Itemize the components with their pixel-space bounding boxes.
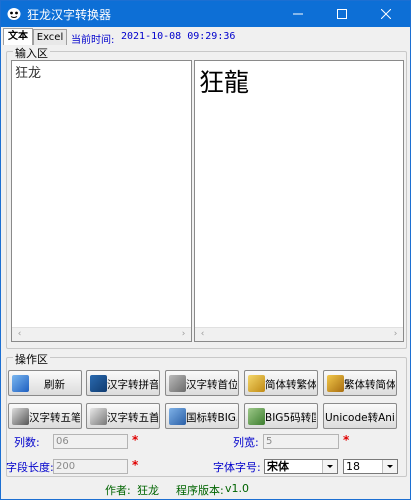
output-text: 狂龍 — [199, 68, 250, 97]
minimize-button[interactable] — [277, 1, 321, 27]
trad-to-simp-icon — [327, 375, 344, 392]
unicode-to-ansi-button[interactable]: Unicode转Anisc — [323, 403, 397, 429]
to-initial-button[interactable]: 汉字转首位 — [165, 370, 239, 396]
scroll-right-icon[interactable]: › — [391, 330, 400, 339]
input-hscrollbar[interactable]: ‹ › — [12, 327, 191, 341]
field-length-required-mark: * — [132, 458, 139, 472]
output-hscrollbar[interactable]: ‹ › — [195, 327, 403, 341]
author-name: 狂龙 — [137, 484, 159, 497]
columns-input[interactable]: 06 — [53, 434, 128, 449]
refresh-button[interactable]: 刷新 — [8, 370, 82, 396]
column-width-required-mark: * — [343, 433, 350, 447]
font-name-select[interactable]: 宋体 — [264, 459, 338, 474]
current-time-value: 2021-10-08 09:29:36 — [121, 31, 236, 42]
current-time-label: 当前时间: — [71, 35, 115, 46]
wubi-icon — [12, 408, 29, 425]
simp-to-trad-icon — [248, 375, 265, 392]
chevron-down-icon[interactable] — [322, 460, 337, 473]
version-value: v1.0 — [225, 482, 250, 495]
title-bar[interactable]: 狂龙汉字转换器 — [1, 1, 410, 27]
scroll-left-icon[interactable]: ‹ — [15, 330, 24, 339]
pinyin-icon — [90, 375, 107, 392]
maximize-icon — [337, 9, 347, 19]
operations-group-title: 操作区 — [13, 351, 50, 367]
column-width-input[interactable]: 5 — [263, 434, 339, 449]
input-text: 狂龙 — [15, 66, 42, 81]
scroll-left-icon[interactable]: ‹ — [198, 330, 207, 339]
scroll-right-icon[interactable]: › — [179, 330, 188, 339]
columns-required-mark: * — [132, 433, 139, 447]
gb-to-big5-icon — [169, 408, 186, 425]
font-name-value: 宋体 — [267, 460, 289, 473]
field-length-input[interactable]: 200 — [53, 459, 128, 474]
column-width-label: 列宽: — [233, 436, 259, 449]
trad-to-simp-button[interactable]: 繁体转简体 — [323, 370, 397, 396]
to-wushou-button[interactable]: 汉字转五首 — [86, 403, 160, 429]
to-wubi-button[interactable]: 汉字转五笔 — [8, 403, 82, 429]
big5-to-gb-icon — [248, 408, 265, 425]
big5-to-gb-button[interactable]: BIG5码转国标 — [244, 403, 318, 429]
columns-label: 列数: — [14, 436, 40, 449]
initial-icon — [169, 375, 186, 392]
wushou-icon — [90, 408, 107, 425]
app-window: 狂龙汉字转换器 文本 Excel 当前时间: 2021-10-08 09:29:… — [0, 0, 411, 500]
close-button[interactable] — [365, 1, 409, 27]
version-label: 程序版本: — [176, 484, 224, 497]
input-group-title: 输入区 — [13, 45, 50, 61]
app-logo-icon — [7, 8, 21, 20]
input-textarea[interactable]: 狂龙 ‹ › — [11, 60, 192, 342]
maximize-button[interactable] — [321, 1, 365, 27]
font-label: 字体字号: — [213, 461, 261, 474]
tab-excel[interactable]: Excel — [33, 29, 67, 45]
output-textarea[interactable]: 狂龍 ‹ › — [194, 60, 404, 342]
refresh-icon — [12, 375, 29, 392]
gb-to-big5-button[interactable]: 国标转BIG5 — [165, 403, 239, 429]
to-pinyin-button[interactable]: 汉字转拼音 — [86, 370, 160, 396]
author-label: 作者: — [105, 484, 131, 497]
field-length-label: 字段长度: — [6, 461, 54, 474]
simp-to-trad-button[interactable]: 简体转繁体 — [244, 370, 318, 396]
tab-text[interactable]: 文本 — [3, 28, 33, 45]
close-icon — [381, 9, 391, 19]
minimize-icon — [293, 13, 303, 15]
window-title: 狂龙汉字转换器 — [27, 8, 112, 22]
font-size-value: 18 — [346, 460, 360, 473]
chevron-down-icon[interactable] — [382, 460, 397, 473]
font-size-select[interactable]: 18 — [343, 459, 398, 474]
